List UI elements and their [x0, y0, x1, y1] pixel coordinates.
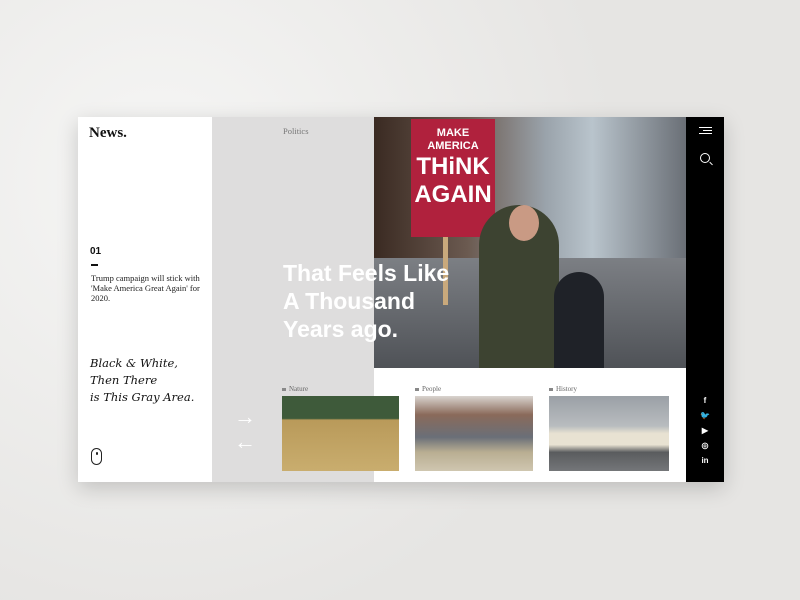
protest-sign: MAKE AMERICA THiNK AGAIN [411, 119, 495, 237]
tagline-line: Then There [90, 373, 158, 387]
thumbnail-label: Nature [289, 385, 309, 393]
news-card: News. 01 Trump campaign will stick with … [78, 117, 724, 482]
search-icon[interactable] [700, 153, 710, 163]
category-icon [282, 387, 286, 391]
instagram-icon[interactable]: ◎ [686, 441, 724, 450]
thumbnail-label: People [422, 385, 442, 393]
thumbnail-image [282, 396, 399, 471]
tagline-line: is This Gray Area. [90, 390, 195, 404]
thumbnail-people[interactable]: People [415, 385, 533, 471]
thumbnail-nature[interactable]: Nature [282, 385, 399, 471]
left-panel: News. 01 Trump campaign will stick with … [78, 117, 212, 482]
thumbnail-image [549, 396, 669, 471]
thumbnail-label: History [556, 385, 577, 393]
story-description: Trump campaign will stick with 'Make Ame… [91, 273, 200, 303]
divider [91, 264, 98, 266]
headline-line: That Feels Like [283, 260, 450, 286]
linkedin-icon[interactable]: in [686, 456, 724, 465]
headline: That Feels Like A Thousand Years ago. [283, 259, 449, 343]
logo[interactable]: News. [89, 125, 127, 142]
youtube-icon[interactable]: ▶ [686, 426, 724, 435]
next-arrow-icon[interactable]: → [234, 406, 256, 428]
menu-icon[interactable] [699, 127, 712, 136]
right-sidebar: f 🐦 ▶ ◎ in [686, 117, 724, 482]
tagline-line: Black & White, [90, 356, 178, 370]
story-number: 01 [90, 246, 102, 257]
headline-line: Years ago. [283, 316, 399, 342]
man-head [509, 205, 539, 241]
thumbnail-image [415, 396, 533, 471]
twitter-icon[interactable]: 🐦 [686, 411, 724, 420]
headline-line: A Thousand [283, 288, 416, 314]
mouse-scroll-icon[interactable] [91, 448, 102, 465]
sign-big-text: THiNK AGAIN [414, 153, 492, 208]
sign-text: MAKE AMERICA [427, 127, 479, 152]
boy-figure [554, 272, 604, 368]
category-label[interactable]: Politics [283, 126, 309, 136]
tagline: Black & White, Then There is This Gray A… [90, 355, 194, 406]
facebook-icon[interactable]: f [686, 396, 724, 405]
thumbnail-history[interactable]: History [549, 385, 669, 471]
category-icon [549, 387, 553, 391]
category-icon [415, 387, 419, 391]
prev-arrow-icon[interactable]: ← [234, 431, 256, 453]
